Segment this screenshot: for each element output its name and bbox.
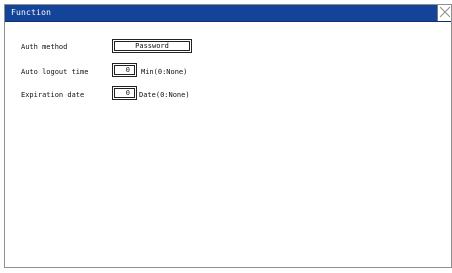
auth-method-label: Auth method	[21, 43, 68, 51]
expiration-date-unit: Date(0:None)	[139, 91, 190, 99]
expiration-date-label: Expiration date	[21, 91, 85, 99]
title-bar: Function	[5, 5, 451, 22]
expiration-date-input[interactable]: 0	[112, 86, 137, 100]
auto-logout-label: Auto logout time	[21, 68, 89, 76]
auth-method-button[interactable]: Password	[112, 39, 192, 53]
function-window: Function Auth method Password Auto logou…	[4, 4, 452, 268]
expiration-date-value: 0	[125, 89, 130, 97]
close-icon	[439, 6, 451, 18]
auto-logout-input[interactable]: 0	[112, 63, 137, 77]
close-button[interactable]	[437, 5, 451, 21]
auth-method-value: Password	[135, 42, 169, 50]
auto-logout-unit: Min(0:None)	[141, 68, 188, 76]
auto-logout-value: 0	[125, 66, 130, 74]
window-title: Function	[11, 8, 52, 17]
